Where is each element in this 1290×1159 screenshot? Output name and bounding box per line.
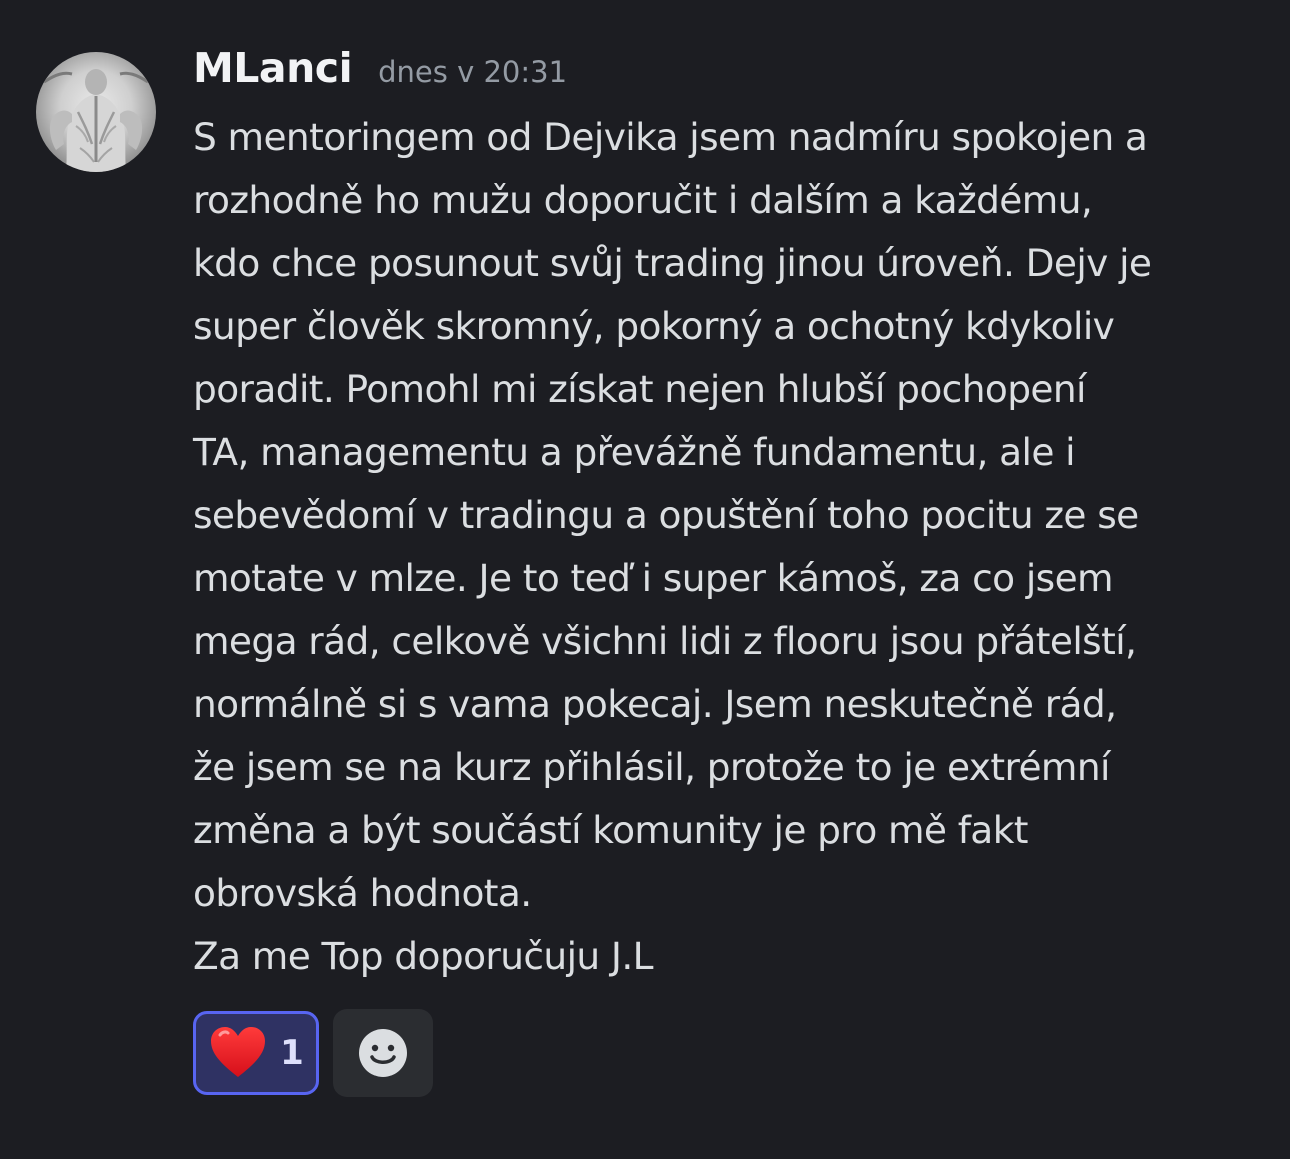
username[interactable]: MLanci	[193, 44, 353, 92]
reactions-bar: 1	[193, 1009, 433, 1097]
message-header: MLanci dnes v 20:31	[193, 44, 567, 104]
message-line: změna a být součástí komunity je pro mě …	[193, 808, 1029, 852]
message-line: obrovská hodnota.	[193, 871, 532, 915]
message-line: normálně si s vama pokecaj. Jsem neskute…	[193, 682, 1117, 726]
message-line: mega rád, celkově všichni lidi z flooru …	[193, 619, 1137, 663]
reaction-heart[interactable]: 1	[193, 1011, 319, 1095]
add-reaction-button[interactable]	[333, 1009, 433, 1097]
message-line: že jsem se na kurz přihlásil, protože to…	[193, 745, 1110, 789]
message-line: Za me Top doporučuju J.L	[193, 934, 654, 978]
reaction-count: 1	[280, 1033, 304, 1073]
statue-back-image	[43, 69, 149, 172]
message-line: rozhodně ho mužu doporučit i dalším a ka…	[193, 178, 1093, 222]
message-line: TA, managementu a převážně fundamentu, a…	[193, 430, 1076, 474]
avatar[interactable]	[36, 52, 156, 172]
message-content: S mentoringem od Dejvika jsem nadmíru sp…	[193, 106, 1268, 988]
timestamp: dnes v 20:31	[378, 55, 568, 89]
message-line: poradit. Pomohl mi získat nejen hlubší p…	[193, 367, 1086, 411]
chat-message: MLanci dnes v 20:31 S mentoringem od Dej…	[0, 0, 1290, 1159]
message-line: motate v mlze. Je to teď i super kámoš, …	[193, 556, 1114, 600]
message-line: super člověk skromný, pokorný a ochotný …	[193, 304, 1115, 348]
message-line: kdo chce posunout svůj trading jinou úro…	[193, 241, 1152, 285]
message-line: sebevědomí v tradingu a opuštění toho po…	[193, 493, 1139, 537]
red-heart-icon	[211, 1027, 266, 1077]
smiley-face-icon	[359, 1029, 407, 1077]
message-line: S mentoringem od Dejvika jsem nadmíru sp…	[193, 115, 1148, 159]
